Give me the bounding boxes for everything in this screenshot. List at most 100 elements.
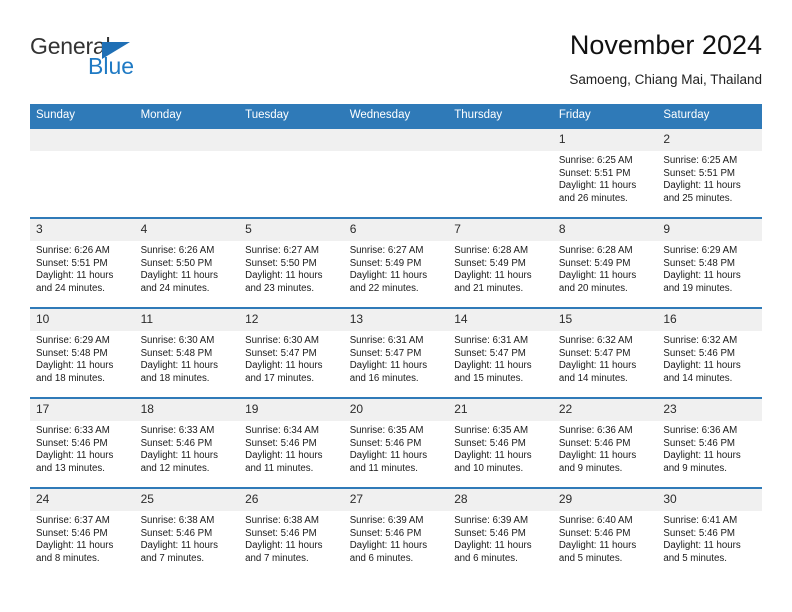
- day-number: [134, 129, 240, 151]
- day-number: 12: [239, 309, 344, 331]
- day-cell-inner: 29 Sunrise: 6:40 AM Sunset: 5:46 PM Dayligh…: [552, 489, 658, 577]
- day-detail-line: Sunset: 5:46 PM: [663, 437, 735, 449]
- day-detail-line: Sunset: 5:50 PM: [140, 257, 213, 269]
- calendar-day-cell[interactable]: 2 Sunrise: 6:25 AM Sunset: 5:51 PM Daylight…: [657, 127, 762, 218]
- calendar-day-cell[interactable]: 21 Sunrise: 6:35 AM Sunset: 5:46 PM Dayligh…: [448, 397, 553, 488]
- day-details: Sunrise: 6:32 AM Sunset: 5:46 PM Daylight:…: [657, 331, 762, 385]
- calendar-day-cell[interactable]: 14 Sunrise: 6:31 AM Sunset: 5:47 PM Dayligh…: [448, 307, 553, 398]
- day-detail-line: Sunrise: 6:31 AM: [349, 335, 424, 346]
- calendar-day-cell[interactable]: 7 Sunrise: 6:28 AM Sunset: 5:49 PM Daylight…: [448, 217, 553, 308]
- day-details: [239, 151, 344, 155]
- day-details: Sunrise: 6:34 AM Sunset: 5:46 PM Daylight:…: [239, 421, 344, 475]
- day-detail-line: Sunset: 5:49 PM: [349, 257, 422, 269]
- calendar-day-cell[interactable]: 1 Sunrise: 6:25 AM Sunset: 5:51 PM Daylight…: [552, 127, 658, 218]
- day-cell-inner: [30, 129, 135, 217]
- day-detail-line: Sunset: 5:46 PM: [140, 437, 213, 449]
- calendar-day-cell[interactable]: 26 Sunrise: 6:38 AM Sunset: 5:46 PM Dayligh…: [239, 487, 344, 577]
- day-detail-line: Sunrise: 6:39 AM: [454, 515, 529, 526]
- calendar-day-cell[interactable]: 9 Sunrise: 6:29 AM Sunset: 5:48 PM Daylight…: [657, 217, 762, 308]
- calendar-day-cell[interactable]: 12 Sunrise: 6:30 AM Sunset: 5:47 PM Dayligh…: [239, 307, 344, 398]
- day-details: Sunrise: 6:30 AM Sunset: 5:48 PM Daylight:…: [135, 331, 240, 385]
- day-detail-line: and 5 minutes.: [558, 552, 623, 564]
- day-details: Sunrise: 6:28 AM Sunset: 5:49 PM Daylight:…: [448, 241, 553, 295]
- weekday-header-monday: Monday: [134, 104, 240, 128]
- day-details: Sunrise: 6:40 AM Sunset: 5:46 PM Daylight:…: [553, 511, 658, 565]
- day-detail-line: Daylight: 11 hours: [663, 180, 741, 192]
- calendar-day-cell[interactable]: 6 Sunrise: 6:27 AM Sunset: 5:49 PM Daylight…: [343, 217, 449, 308]
- day-cell-inner: 13 Sunrise: 6:31 AM Sunset: 5:47 PM Dayligh…: [343, 309, 449, 397]
- calendar-day-cell[interactable]: 22 Sunrise: 6:36 AM Sunset: 5:46 PM Dayligh…: [552, 397, 658, 488]
- day-detail-line: Sunrise: 6:28 AM: [454, 245, 529, 256]
- calendar-day-cell[interactable]: 11 Sunrise: 6:30 AM Sunset: 5:48 PM Dayligh…: [134, 307, 240, 398]
- day-cell-inner: 26 Sunrise: 6:38 AM Sunset: 5:46 PM Dayligh…: [239, 489, 344, 577]
- day-detail-line: Sunset: 5:46 PM: [245, 437, 317, 449]
- day-cell-inner: 20 Sunrise: 6:35 AM Sunset: 5:46 PM Dayligh…: [343, 399, 449, 487]
- day-detail-line: Daylight: 11 hours: [663, 270, 741, 282]
- day-cell-inner: 7 Sunrise: 6:28 AM Sunset: 5:49 PM Daylight…: [448, 219, 553, 307]
- calendar-day-cell[interactable]: 24 Sunrise: 6:37 AM Sunset: 5:46 PM Dayligh…: [30, 487, 135, 577]
- day-cell-inner: 23 Sunrise: 6:36 AM Sunset: 5:46 PM Dayligh…: [657, 399, 762, 487]
- day-detail-line: Sunrise: 6:27 AM: [245, 245, 319, 256]
- page-title: November 2024: [569, 30, 762, 60]
- day-details: Sunrise: 6:33 AM Sunset: 5:46 PM Daylight:…: [135, 421, 240, 475]
- day-number: 14: [448, 309, 553, 331]
- day-details: [135, 151, 240, 155]
- day-number: [343, 129, 449, 151]
- calendar-day-cell[interactable]: 16 Sunrise: 6:32 AM Sunset: 5:46 PM Dayligh…: [657, 307, 762, 398]
- day-detail-line: Sunrise: 6:36 AM: [663, 425, 738, 436]
- day-details: Sunrise: 6:29 AM Sunset: 5:48 PM Daylight:…: [657, 241, 762, 295]
- day-detail-line: Daylight: 11 hours: [140, 540, 218, 552]
- day-cell-inner: 8 Sunrise: 6:28 AM Sunset: 5:49 PM Daylight…: [552, 219, 658, 307]
- day-detail-line: Daylight: 11 hours: [245, 450, 323, 462]
- calendar-day-cell[interactable]: 30 Sunrise: 6:41 AM Sunset: 5:46 PM Dayligh…: [657, 487, 762, 577]
- day-detail-line: and 16 minutes.: [349, 372, 419, 384]
- day-detail-line: and 5 minutes.: [663, 552, 727, 564]
- day-number: 26: [239, 489, 344, 511]
- calendar-day-cell[interactable]: 27 Sunrise: 6:39 AM Sunset: 5:46 PM Dayligh…: [343, 487, 449, 577]
- calendar-day-cell[interactable]: 8 Sunrise: 6:28 AM Sunset: 5:49 PM Daylight…: [552, 217, 658, 308]
- calendar-day-cell[interactable]: 25 Sunrise: 6:38 AM Sunset: 5:46 PM Dayligh…: [134, 487, 240, 577]
- day-cell-inner: 11 Sunrise: 6:30 AM Sunset: 5:48 PM Dayligh…: [134, 309, 240, 397]
- calendar-day-cell[interactable]: 10 Sunrise: 6:29 AM Sunset: 5:48 PM Dayligh…: [30, 307, 135, 398]
- day-detail-line: and 12 minutes.: [140, 462, 210, 474]
- calendar-day-cell[interactable]: 20 Sunrise: 6:35 AM Sunset: 5:46 PM Dayligh…: [343, 397, 449, 488]
- calendar-day-cell[interactable]: 18 Sunrise: 6:33 AM Sunset: 5:46 PM Dayligh…: [134, 397, 240, 488]
- calendar-day-cell[interactable]: 28 Sunrise: 6:39 AM Sunset: 5:46 PM Dayligh…: [448, 487, 553, 577]
- general-blue-logo[interactable]: General Blue: [30, 34, 230, 90]
- day-detail-line: Sunset: 5:46 PM: [454, 527, 526, 539]
- day-details: Sunrise: 6:38 AM Sunset: 5:46 PM Daylight:…: [135, 511, 240, 565]
- calendar-day-cell[interactable]: 19 Sunrise: 6:34 AM Sunset: 5:46 PM Dayligh…: [239, 397, 344, 488]
- calendar-day-cell[interactable]: 15 Sunrise: 6:32 AM Sunset: 5:47 PM Dayligh…: [552, 307, 658, 398]
- day-cell-inner: 16 Sunrise: 6:32 AM Sunset: 5:46 PM Dayligh…: [657, 309, 762, 397]
- day-number: [448, 129, 553, 151]
- day-detail-line: Daylight: 11 hours: [663, 360, 741, 372]
- calendar-day-cell[interactable]: 17 Sunrise: 6:33 AM Sunset: 5:46 PM Dayligh…: [30, 397, 135, 488]
- calendar-page: General Blue November 2024 Samoeng, Chia…: [0, 0, 792, 612]
- day-detail-line: Sunset: 5:51 PM: [36, 257, 108, 269]
- calendar-day-cell[interactable]: 4 Sunrise: 6:26 AM Sunset: 5:50 PM Daylight…: [134, 217, 240, 308]
- calendar-day-cell[interactable]: 3 Sunrise: 6:26 AM Sunset: 5:51 PM Daylight…: [30, 217, 135, 308]
- day-details: Sunrise: 6:38 AM Sunset: 5:46 PM Daylight:…: [239, 511, 344, 565]
- day-detail-line: Sunset: 5:46 PM: [349, 527, 422, 539]
- day-detail-line: and 24 minutes.: [36, 282, 105, 294]
- day-detail-line: Sunrise: 6:39 AM: [349, 515, 424, 526]
- calendar-day-cell[interactable]: 29 Sunrise: 6:40 AM Sunset: 5:46 PM Dayligh…: [552, 487, 658, 577]
- day-number: 3: [30, 219, 135, 241]
- calendar-week-row: 1 Sunrise: 6:25 AM Sunset: 5:51 PM Daylight…: [30, 127, 762, 218]
- calendar-day-cell[interactable]: 23 Sunrise: 6:36 AM Sunset: 5:46 PM Dayligh…: [657, 397, 762, 488]
- day-detail-line: Sunset: 5:46 PM: [454, 437, 526, 449]
- day-detail-line: Sunset: 5:47 PM: [349, 347, 422, 359]
- day-detail-line: and 7 minutes.: [140, 552, 205, 564]
- day-details: Sunrise: 6:30 AM Sunset: 5:47 PM Daylight:…: [239, 331, 344, 385]
- calendar-day-cell[interactable]: 5 Sunrise: 6:27 AM Sunset: 5:50 PM Daylight…: [239, 217, 344, 308]
- calendar-day-cell[interactable]: 13 Sunrise: 6:31 AM Sunset: 5:47 PM Dayligh…: [343, 307, 449, 398]
- day-number: 8: [552, 219, 658, 241]
- day-cell-inner: 22 Sunrise: 6:36 AM Sunset: 5:46 PM Dayligh…: [552, 399, 658, 487]
- day-detail-line: Sunset: 5:47 PM: [558, 347, 631, 359]
- day-detail-line: and 18 minutes.: [36, 372, 105, 384]
- day-details: Sunrise: 6:35 AM Sunset: 5:46 PM Daylight:…: [448, 421, 553, 475]
- day-detail-line: Sunrise: 6:38 AM: [140, 515, 215, 526]
- day-number: 18: [134, 399, 240, 421]
- day-detail-line: Daylight: 11 hours: [558, 360, 637, 372]
- day-detail-line: Daylight: 11 hours: [245, 360, 323, 372]
